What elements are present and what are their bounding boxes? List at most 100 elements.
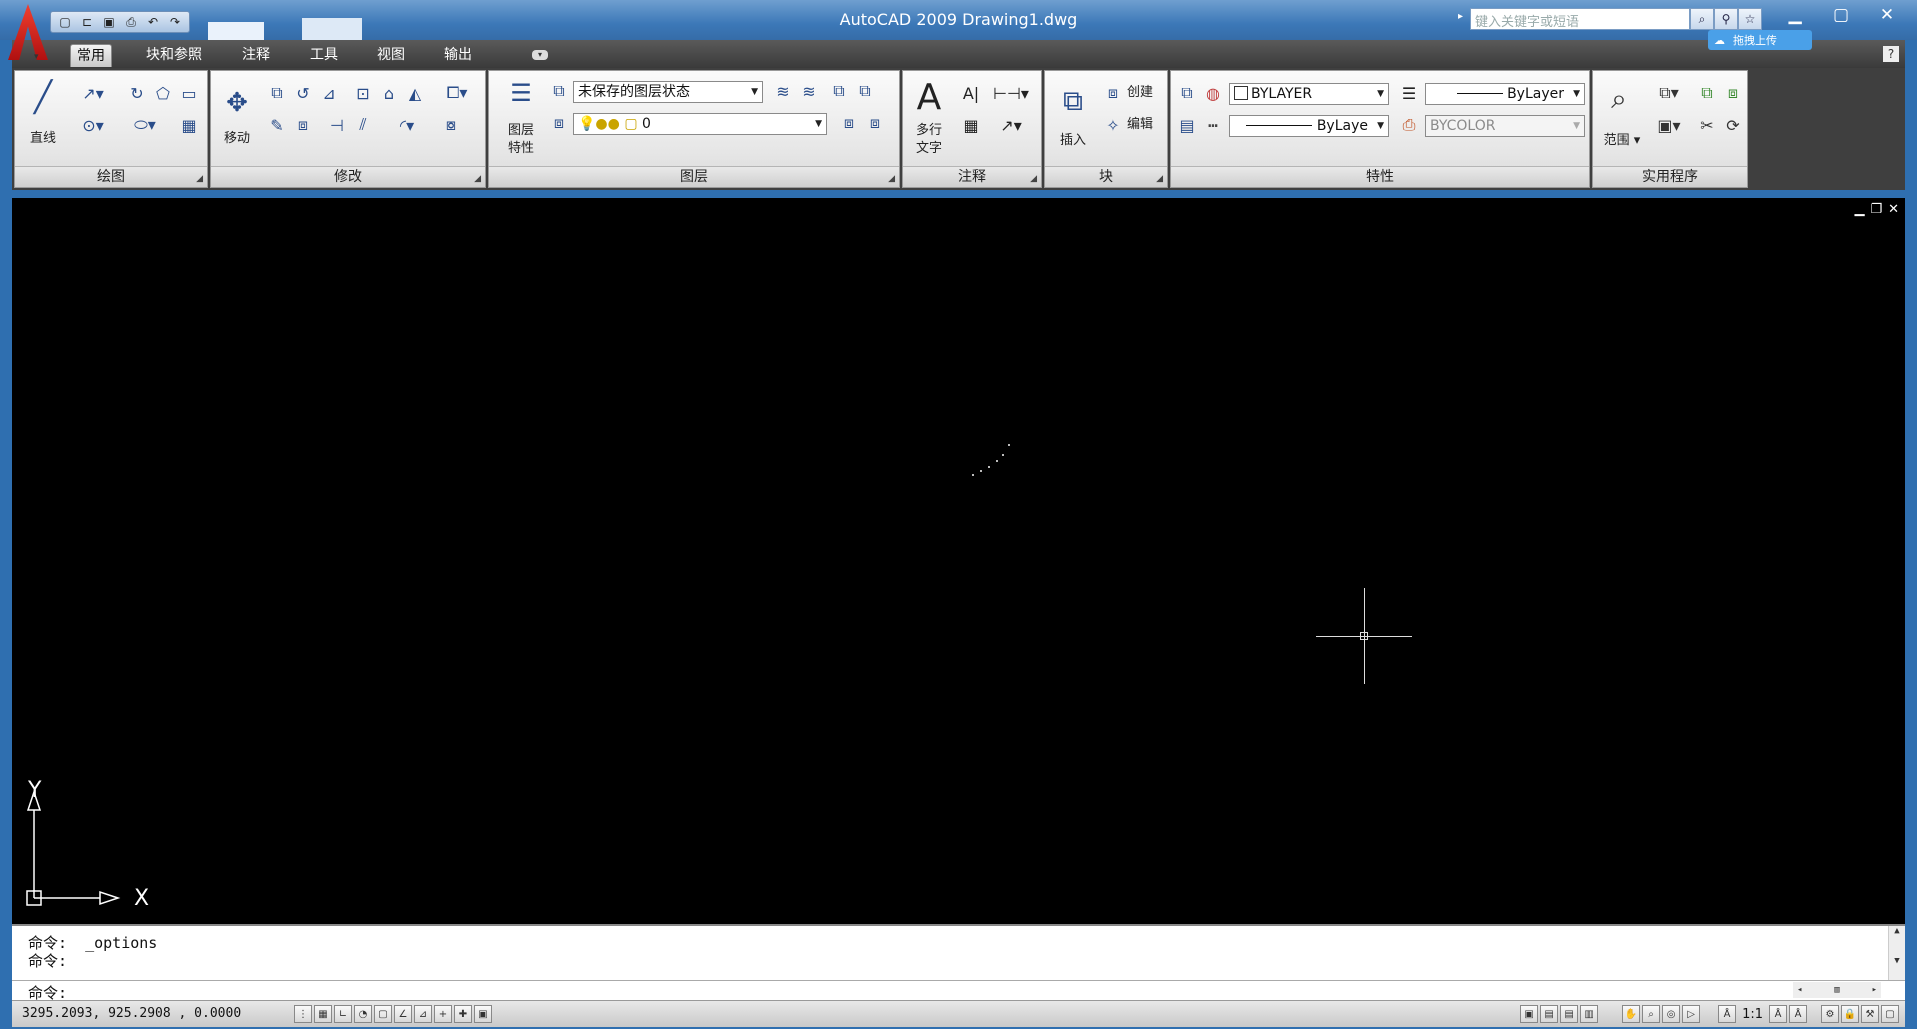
arc-icon[interactable]: ↻ — [125, 81, 149, 105]
lineweight-toggle-icon[interactable]: ✚ — [454, 1005, 472, 1023]
measure-icon[interactable]: ⧈ — [1721, 81, 1745, 105]
panel-title-utilities[interactable]: 实用程序 — [1593, 166, 1747, 187]
layer-properties-label-2[interactable]: 特性 — [499, 141, 543, 157]
edit-label[interactable]: 编辑 — [1127, 117, 1163, 133]
pan-icon[interactable]: ✋ — [1622, 1005, 1641, 1023]
lineweight-icon[interactable]: ☰ — [1397, 81, 1421, 105]
color-wheel-icon[interactable]: ◍ — [1201, 81, 1225, 105]
layer-properties-label-1[interactable]: 图层 — [499, 123, 543, 139]
mtext-label-2[interactable]: 文字 — [909, 141, 949, 157]
panel-title-layer[interactable]: 图层 — [489, 166, 899, 187]
layer-properties-icon[interactable]: ☰ — [503, 75, 539, 111]
trim-icon[interactable]: ⊣ — [325, 113, 349, 137]
extend-icon[interactable]: ⫽ — [351, 113, 375, 137]
doc-minimize-icon[interactable]: ▁ — [1854, 202, 1864, 217]
tray-settings-icon[interactable]: ⚒ — [1861, 1005, 1879, 1023]
dimension-icon[interactable]: ⊢⊣▾ — [991, 81, 1031, 105]
panel-title-block[interactable]: 块 — [1045, 166, 1167, 187]
object-snap-tracking-icon[interactable]: ∠ — [394, 1005, 412, 1023]
grid-display-icon[interactable]: ▦ — [314, 1005, 332, 1023]
layer-state-icon[interactable]: ⧉ — [547, 79, 571, 103]
edit-block-icon[interactable]: ✧ — [1101, 113, 1125, 137]
menu-dropdown-icon[interactable]: ▾ — [34, 52, 39, 62]
create-label[interactable]: 创建 — [1127, 85, 1163, 101]
circle-icon[interactable]: ⊙▾ — [73, 113, 113, 137]
single-text-icon[interactable]: A| — [959, 81, 983, 105]
create-block-icon[interactable]: ⧈ — [1101, 81, 1125, 105]
upload-badge[interactable]: ☁ 拖拽上传 — [1708, 30, 1812, 50]
undo-icon[interactable]: ↶ — [143, 14, 163, 30]
copy-clip-icon[interactable]: ⧉▾ — [1649, 81, 1689, 105]
leader-icon[interactable]: ↗▾ — [991, 113, 1031, 137]
scroll-right-icon[interactable]: ▸ — [1872, 985, 1877, 995]
panel-expand-icon[interactable]: ◢ — [888, 174, 895, 184]
layer-walk-icon[interactable]: ⧈ — [863, 111, 887, 135]
lock-icon[interactable]: 🔒 — [1841, 1005, 1859, 1023]
layer-off-icon[interactable]: ⧉ — [827, 79, 851, 103]
fillet-icon[interactable]: ◜▾ — [387, 113, 427, 137]
move-button-label[interactable]: 移动 — [219, 131, 255, 147]
coordinate-readout[interactable]: 3295.2093, 925.2908 , 0.0000 — [22, 1006, 241, 1021]
quick-properties-icon[interactable]: ▣ — [474, 1005, 492, 1023]
layout2-icon[interactable]: ▤ — [1560, 1005, 1579, 1023]
polar-tracking-icon[interactable]: ◔ — [354, 1005, 372, 1023]
auto-scale-icon[interactable]: Å — [1789, 1005, 1807, 1023]
layer-match-icon[interactable]: ⧈ — [837, 111, 861, 135]
table-icon[interactable]: ▦ — [959, 113, 983, 137]
command-horizontal-scrollbar[interactable]: ◂ ▥ ▸ — [1793, 982, 1881, 998]
mirror-icon[interactable]: ◭ — [403, 81, 427, 105]
new-file-icon[interactable]: ▢ — [55, 14, 75, 30]
zoom-extents-icon[interactable]: ⌕ — [1599, 79, 1639, 119]
panel-expand-icon[interactable]: ◢ — [1030, 174, 1037, 184]
drawing-canvas[interactable]: ▁ ❐ ✕ Y X — [12, 198, 1905, 924]
offset-icon[interactable]: ⌂ — [377, 81, 401, 105]
cut-icon[interactable]: ✂ — [1695, 113, 1719, 137]
line-icon[interactable]: ╱ — [23, 77, 63, 117]
annotation-visibility-icon[interactable]: Å — [1769, 1005, 1787, 1023]
array-icon[interactable]: ⧠▾ — [437, 81, 477, 105]
stretch-icon[interactable]: ⊿ — [317, 81, 341, 105]
panel-title-annotation[interactable]: 注释 — [903, 166, 1041, 187]
layer-dropdown[interactable]: 💡●● ▢ 0 ▼ — [573, 113, 827, 135]
doc-restore-icon[interactable]: ❐ — [1870, 202, 1882, 217]
favorites-icon[interactable]: ☆ — [1738, 8, 1762, 30]
color-dropdown[interactable]: BYLAYER ▼ — [1229, 83, 1389, 105]
linetype-dropdown[interactable]: ByLaye ▼ — [1229, 115, 1389, 137]
hatch-icon[interactable]: ▦ — [177, 113, 201, 137]
quick-calc-icon[interactable]: ⧉ — [1695, 81, 1719, 105]
polyline-icon[interactable]: ↗▾ — [73, 81, 113, 105]
print-icon[interactable]: ⎙ — [121, 14, 141, 30]
tab-output[interactable]: 输出 — [438, 44, 478, 66]
linetype-icon[interactable]: ┅ — [1201, 113, 1225, 137]
search-expand-icon[interactable]: ▸ — [1458, 11, 1463, 22]
ribbon-options-icon[interactable]: ▾ — [532, 50, 548, 60]
layout1-icon[interactable]: ▤ — [1540, 1005, 1559, 1023]
paste-icon[interactable]: ▣▾ — [1649, 113, 1689, 137]
tab-tools[interactable]: 工具 — [304, 44, 344, 66]
panel-title-draw[interactable]: 绘图 — [15, 166, 207, 187]
show-motion-icon[interactable]: ▷ — [1682, 1005, 1701, 1023]
clean-screen-icon[interactable]: ▢ — [1881, 1005, 1899, 1023]
copy-icon[interactable]: ⧉ — [265, 81, 289, 105]
layer-previous-icon[interactable]: ≋ — [771, 79, 795, 103]
panel-title-modify[interactable]: 修改 — [211, 166, 485, 187]
communication-center-icon[interactable]: ⚲ — [1714, 8, 1738, 30]
rotate-icon[interactable]: ↺ — [291, 81, 315, 105]
polygon-icon[interactable]: ⬠ — [151, 81, 175, 105]
steering-wheel-icon[interactable]: ◎ — [1662, 1005, 1681, 1023]
layer-state-dropdown[interactable]: 未保存的图层状态 ▼ — [573, 81, 763, 103]
zoom-extents-button[interactable]: 范围 ▾ — [1597, 133, 1647, 149]
panel-title-properties[interactable]: 特性 — [1171, 166, 1589, 187]
command-scrollbar[interactable]: ▲ ▼ — [1888, 926, 1905, 980]
dynamic-input-icon[interactable]: + — [434, 1005, 452, 1023]
maximize-icon[interactable]: ▢ — [1819, 2, 1863, 28]
open-file-icon[interactable]: ⊏ — [77, 14, 97, 30]
insert-block-icon[interactable]: ⧉ — [1053, 81, 1093, 121]
search-icon[interactable]: ⌕ — [1690, 8, 1714, 30]
annotation-scale-value[interactable]: 1:1 — [1742, 1007, 1763, 1022]
erase-icon[interactable]: ✎ — [265, 113, 289, 137]
insert-label[interactable]: 插入 — [1053, 133, 1093, 149]
tab-home[interactable]: 常用 — [70, 44, 112, 67]
redo-icon[interactable]: ↷ — [165, 14, 185, 30]
workspace-switch-icon[interactable]: ⚙ — [1821, 1005, 1839, 1023]
